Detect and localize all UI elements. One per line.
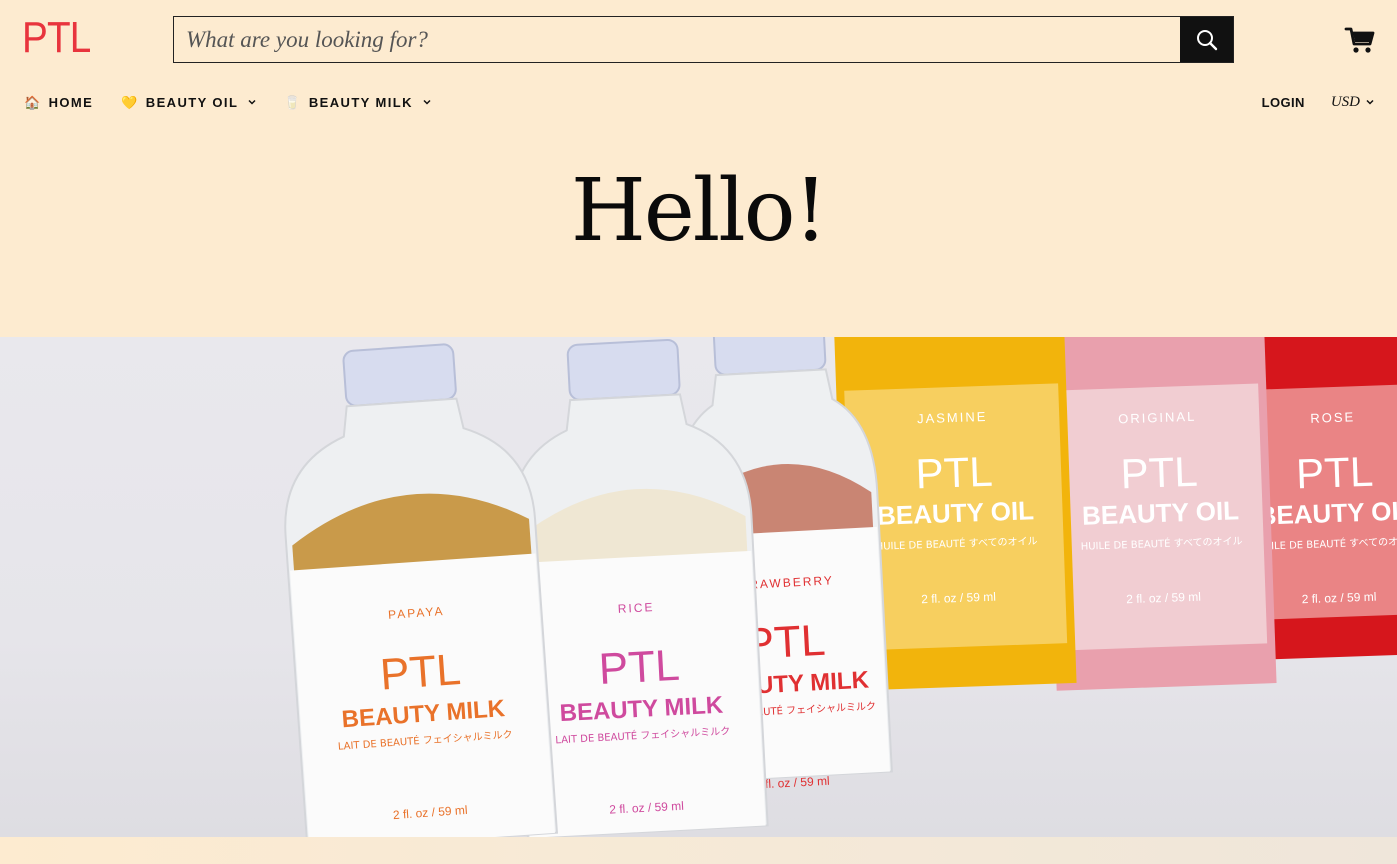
bottle-brand-label: PTL [378, 645, 462, 700]
bottle-size-label: 2 fl. oz / 59 ml [1126, 590, 1201, 607]
site-header: PTL 🏠 HOME 💛 BEAUTY OIL [0, 0, 1397, 140]
bottle-brand-label: PTL [1120, 448, 1199, 498]
chevron-down-icon [423, 99, 431, 105]
login-link[interactable]: LOGIN [1262, 95, 1305, 110]
brand-logo[interactable]: PTL [22, 16, 91, 60]
bottle-flavor-label: ORIGINAL [1118, 409, 1197, 427]
nav-item-label: HOME [48, 94, 94, 110]
bottle-size-label: 2 fl. oz / 59 ml [1301, 590, 1376, 607]
search-bar [173, 16, 1234, 63]
search-input[interactable] [174, 17, 1180, 62]
nav-item-label: BEAUTY MILK [308, 94, 413, 110]
bottle-brand-label: PTL [1295, 448, 1374, 498]
currency-selector[interactable]: USD [1331, 94, 1374, 111]
account-nav: LOGIN USD [1262, 92, 1374, 112]
cart-button[interactable] [1344, 24, 1376, 56]
page-title: Hello! [570, 161, 828, 261]
yellow-heart-icon: 💛 [121, 94, 139, 110]
bottle-brand-label: PTL [915, 448, 994, 498]
bottle-product-label: BEAUTY OIL [1257, 495, 1397, 530]
bottle-flavor-label: JASMINE [917, 409, 988, 426]
bottle-product-label: BEAUTY OIL [877, 495, 1035, 530]
search-button[interactable] [1180, 17, 1233, 62]
milk-glass-icon: 🥛 [284, 94, 302, 110]
bottle-flavor-label: ROSE [1310, 409, 1355, 426]
section-divider [0, 837, 1397, 864]
bottle-brand-label: PTL [598, 641, 681, 694]
bottle-original: ORIGINALPTLBEAUTY OILHUILE DE BEAUTÉ すべて… [1043, 337, 1277, 691]
nav-item-beauty-milk[interactable]: 🥛 BEAUTY MILK [284, 92, 431, 112]
chevron-down-icon [1366, 99, 1374, 105]
bottle-cap [342, 343, 457, 407]
currency-label: USD [1330, 93, 1360, 110]
search-icon [1196, 29, 1217, 50]
bottle-flavor-label: RICE [617, 600, 654, 616]
hero-banner-image[interactable]: ROSEPTLBEAUTY OILHUILE DE BEAUTÉ すべてのオイル… [0, 337, 1397, 837]
chevron-down-icon [248, 99, 256, 105]
cart-icon [1344, 27, 1375, 53]
bottle-product-label: BEAUTY OIL [1082, 495, 1240, 530]
bottle-cap [566, 338, 681, 401]
nav-item-label: BEAUTY OIL [145, 94, 239, 110]
nav-item-beauty-oil[interactable]: 💛 BEAUTY OIL [121, 92, 256, 112]
main-nav: 🏠 HOME 💛 BEAUTY OIL 🥛 BEAUTY MILK [24, 92, 459, 112]
bottle-papaya: PAPAYAPTLBEAUTY MILKLAIT DE BEAUTÉ フェイシャ… [284, 343, 559, 837]
nav-item-home[interactable]: 🏠 HOME [24, 92, 93, 112]
product-bottles-illustration: ROSEPTLBEAUTY OILHUILE DE BEAUTÉ すべてのオイル… [284, 337, 1397, 837]
house-icon: 🏠 [24, 94, 42, 110]
bottle-size-label: 2 fl. oz / 59 ml [921, 590, 996, 607]
